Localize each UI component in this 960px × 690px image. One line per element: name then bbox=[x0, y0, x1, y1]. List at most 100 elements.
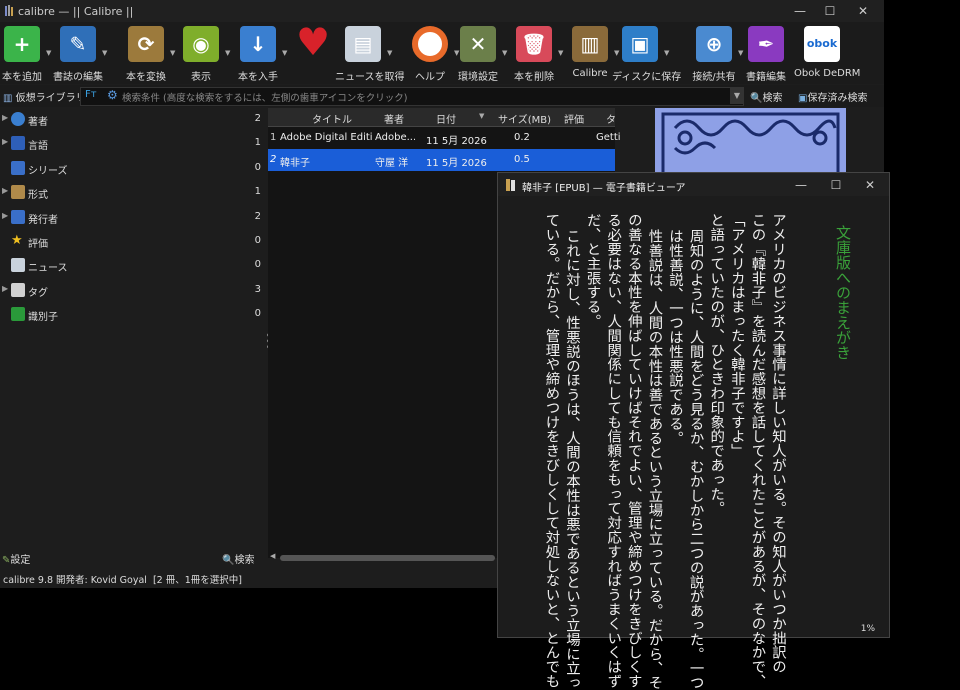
tag-browser-category[interactable]: ▶ 発行者 2 bbox=[0, 207, 268, 229]
dropdown-arrow-icon[interactable]: ▼ bbox=[282, 49, 287, 57]
column-size[interactable]: サイズ(MB) bbox=[498, 111, 551, 126]
search-bar: ▥ 仮想ライブラリ Fт ⚙ 検索条件 (高度な検索をするには、左側の歯車アイコ… bbox=[0, 85, 884, 107]
category-label: ニュース bbox=[28, 263, 68, 275]
text-column: 周知のように、人間をどう見るか、むかしから二つの説があった。一つ bbox=[687, 229, 704, 690]
toolbar-button[interactable]: ✎ 書誌の編集 ▼ bbox=[53, 24, 107, 83]
dropdown-arrow-icon[interactable]: ▼ bbox=[738, 49, 743, 57]
column-title[interactable]: タイトル bbox=[312, 111, 352, 126]
viewer-maximize-button[interactable]: ☐ bbox=[821, 177, 851, 193]
dropdown-arrow-icon[interactable]: ▼ bbox=[225, 49, 230, 57]
toolbar-button[interactable]: 🗑 本を削除 ▼ bbox=[514, 24, 563, 83]
horizontal-scrollbar[interactable]: ◀ bbox=[268, 552, 498, 562]
viewer-close-button[interactable]: ✕ bbox=[855, 177, 885, 193]
tag-browser-category[interactable]: ▶ 言語 1 bbox=[0, 133, 268, 155]
expand-arrow-icon[interactable]: ▶ bbox=[2, 211, 8, 220]
category-count: 0 bbox=[254, 235, 261, 246]
category-label: タグ bbox=[28, 287, 48, 299]
saved-search-label: 保存済み検索 bbox=[807, 93, 868, 104]
saved-search-button[interactable]: ▣保存済み検索 bbox=[798, 89, 867, 104]
search-input[interactable]: Fт ⚙ 検索条件 (高度な検索をするには、左側の歯車アイコンをクリック) ▼ bbox=[80, 87, 744, 106]
dropdown-arrow-icon[interactable]: ▼ bbox=[664, 49, 669, 57]
dropdown-arrow-icon[interactable]: ▼ bbox=[170, 49, 175, 57]
toolbar-button[interactable]: ↓ 本を入手 ▼ bbox=[238, 24, 287, 83]
row-size: 0.2 bbox=[514, 132, 530, 143]
expand-arrow-icon[interactable]: ▶ bbox=[2, 186, 8, 195]
settings-button[interactable]: ✎設定 bbox=[2, 551, 30, 566]
toolbar-button-label: 表示 bbox=[191, 72, 211, 83]
dropdown-arrow-icon[interactable]: ▼ bbox=[558, 49, 563, 57]
dropdown-arrow-icon[interactable]: ▼ bbox=[102, 49, 107, 57]
tag-browser-category[interactable]: ▶ 形式 1 bbox=[0, 182, 268, 204]
title-bar: calibre — || Calibre || — ☐ ✕ bbox=[0, 0, 884, 22]
help-icon: ◎ bbox=[412, 26, 448, 62]
toolbar-button[interactable]: + 本を追加 ▼ bbox=[2, 24, 51, 83]
tag-browser-category[interactable]: ▶ タグ 3 bbox=[0, 280, 268, 302]
find-button[interactable]: 🔍検索 bbox=[222, 551, 254, 566]
row-author: Adobe... bbox=[375, 132, 415, 143]
full-text-search-icon[interactable]: Fт bbox=[85, 89, 97, 100]
gear-icon[interactable]: ⚙ bbox=[107, 88, 118, 102]
expand-arrow-icon[interactable]: ▶ bbox=[2, 284, 8, 293]
vertical-text-page[interactable]: 文庫版へのまえがき アメリカのビジネス事情に詳しい知人がいる。その知人がいつか拙訳… bbox=[498, 203, 889, 690]
category-label: 著者 bbox=[28, 117, 48, 128]
close-button[interactable]: ✕ bbox=[848, 3, 878, 19]
toolbar-button[interactable]: ◎ヘルプ▼ bbox=[412, 24, 459, 83]
cover-ornament bbox=[655, 108, 846, 176]
virtual-library-button[interactable]: ▥ 仮想ライブラリ bbox=[3, 89, 86, 104]
tag-browser-category[interactable]: 識別子 0 bbox=[0, 304, 268, 326]
tag-browser: ▶ 著者 2 ▶ 言語 1 シリーズ 0 ▶ 形式 1 ▶ 発行者 2 ★ 評価 0 ニュース 0 ▶ タグ 3 識別子 0 bbox=[0, 108, 268, 548]
text-column: る必要はない、人間関係にしても信頼をもって対応すればうまくいくはず bbox=[605, 213, 622, 689]
expand-arrow-icon[interactable]: ▶ bbox=[2, 113, 8, 122]
category-count: 1 bbox=[254, 186, 261, 198]
table-row-selected[interactable]: 2 韓非子 守屋 洋 11 5月 2026 0.5 bbox=[268, 149, 615, 171]
column-tags[interactable]: タ bbox=[606, 111, 616, 126]
column-rating[interactable]: 評価 bbox=[564, 111, 584, 126]
toolbar-button[interactable]: obok Obok DeDRM bbox=[794, 24, 860, 82]
toolbar-button[interactable]: ⊕ 接続/共有 ▼ bbox=[692, 24, 743, 83]
dropdown-arrow-icon[interactable]: ▼ bbox=[46, 49, 51, 57]
column-date[interactable]: 日付 bbox=[436, 111, 456, 126]
dropdown-arrow-icon[interactable]: ▼ bbox=[502, 49, 507, 57]
text-column: 「アメリカはまったく韓非子ですよ」 bbox=[728, 213, 745, 458]
scrollbar-thumb[interactable] bbox=[280, 555, 495, 561]
tag-browser-category[interactable]: ニュース 0 bbox=[0, 255, 268, 277]
toolbar-button[interactable]: ▣ ディスクに保存 ▼ bbox=[612, 24, 681, 83]
toolbar-button[interactable]: ▥ Calibre ▼ bbox=[572, 24, 619, 82]
dropdown-arrow-icon[interactable]: ▼ bbox=[387, 49, 392, 57]
toolbar-button[interactable]: ▤ ニュースを取得 ▼ bbox=[335, 24, 405, 83]
viewer-minimize-button[interactable]: — bbox=[786, 177, 816, 193]
viewer-app-icon bbox=[506, 179, 515, 191]
expand-arrow-icon[interactable]: ▶ bbox=[2, 137, 8, 146]
search-button-label: 検索 bbox=[762, 93, 783, 104]
category-count: 2 bbox=[254, 210, 261, 222]
search-button[interactable]: 🔍検索 bbox=[750, 89, 782, 104]
column-author[interactable]: 著者 bbox=[384, 111, 404, 126]
text-column: だ、と主張する。 bbox=[584, 213, 601, 329]
tag-browser-category[interactable]: シリーズ 0 bbox=[0, 158, 268, 180]
heart-icon: ♥ bbox=[295, 20, 331, 64]
toolbar-button[interactable]: ✒ 書籍編集 bbox=[746, 24, 786, 83]
row-author: 守屋 洋 bbox=[375, 158, 409, 169]
toolbar-button[interactable]: ⟳ 本を変換 ▼ bbox=[126, 24, 175, 83]
toolbar-button-label: 本を追加 bbox=[2, 72, 42, 83]
toolbar-button-heart[interactable]: ♥ bbox=[295, 20, 331, 82]
toolbar-button-label: 本を変換 bbox=[126, 72, 166, 83]
maximize-button[interactable]: ☐ bbox=[815, 3, 845, 19]
row-number: 2 bbox=[270, 154, 277, 165]
text-column: これに対し、性悪説のほうは、人間の本性は悪であるという立場に立っ bbox=[564, 229, 580, 690]
scroll-left-icon[interactable]: ◀ bbox=[270, 552, 275, 560]
table-row[interactable]: 1 Adobe Digital Editio... Adobe... 11 5月… bbox=[268, 127, 621, 149]
dropdown-chevron-icon[interactable]: ▼ bbox=[730, 87, 744, 104]
dropdown-arrow-icon[interactable]: ▼ bbox=[614, 49, 619, 57]
dropdown-arrow-icon[interactable]: ▼ bbox=[454, 49, 459, 57]
tag-browser-category[interactable]: ★ 評価 0 bbox=[0, 231, 268, 253]
add-book-icon: + bbox=[4, 26, 40, 62]
news-icon: ▤ bbox=[345, 26, 381, 62]
tag-browser-category[interactable]: ▶ 著者 2 bbox=[0, 109, 268, 131]
toolbar-button[interactable]: ◉ 表示 ▼ bbox=[183, 24, 230, 83]
toolbar-button[interactable]: ✕ 環境設定 ▼ bbox=[458, 24, 507, 83]
book-cover-preview[interactable] bbox=[655, 108, 846, 176]
book-list-header: タイトル 著者 日付 ▼ サイズ(MB) 評価 タ bbox=[268, 108, 616, 127]
minimize-button[interactable]: — bbox=[785, 3, 815, 19]
publisher-icon bbox=[11, 209, 25, 224]
